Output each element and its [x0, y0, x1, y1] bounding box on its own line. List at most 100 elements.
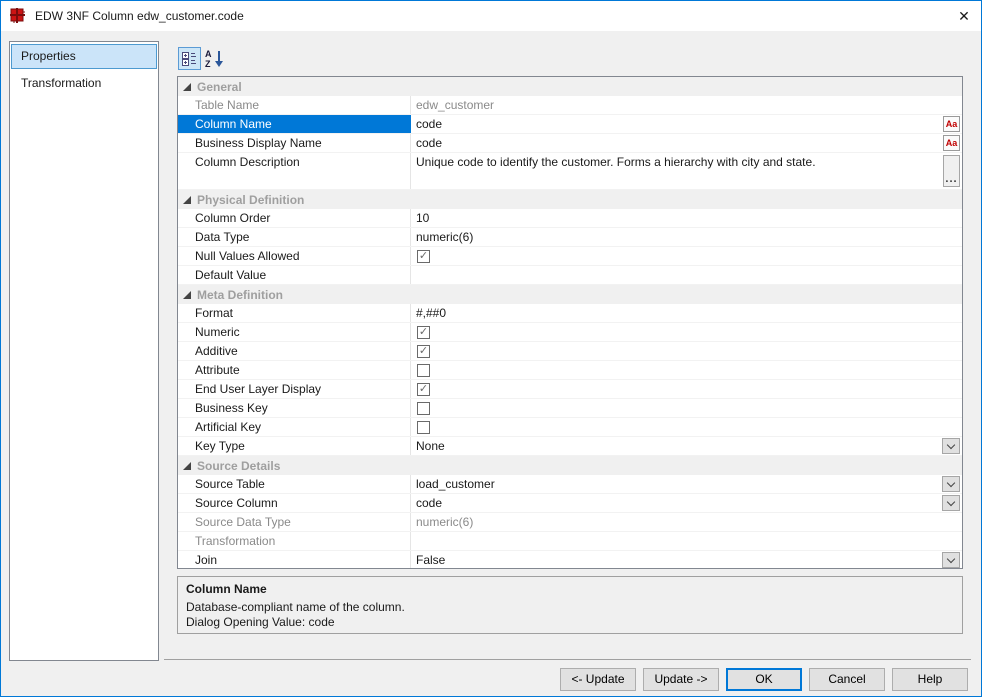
- categorized-view-icon[interactable]: [178, 46, 201, 70]
- alphabetical-sort-icon[interactable]: A Z: [204, 47, 227, 70]
- section-header-source-details[interactable]: Source Details: [178, 456, 962, 475]
- change-case-icon[interactable]: Aa: [943, 135, 960, 151]
- property-value[interactable]: numeric(6): [411, 513, 962, 531]
- property-value[interactable]: [411, 266, 962, 284]
- property-row-source-table[interactable]: Source Table load_customer: [178, 475, 962, 494]
- svg-text:A: A: [205, 49, 212, 59]
- chevron-down-icon: [946, 478, 956, 487]
- help-opening-value: Dialog Opening Value: code: [186, 615, 335, 629]
- collapse-triangle-icon: [183, 195, 191, 204]
- property-label: Business Key: [178, 399, 411, 417]
- property-row-source-column[interactable]: Source Column code: [178, 494, 962, 513]
- help-description: Database-compliant name of the column.: [186, 600, 405, 614]
- footer-buttons: <- Update Update -> OK Cancel Help: [560, 668, 968, 691]
- property-value-cell: ✓: [411, 380, 962, 398]
- property-value[interactable]: edw_customer: [411, 96, 962, 114]
- checkbox-unchecked[interactable]: [417, 363, 430, 377]
- property-label: Source Column: [178, 494, 411, 512]
- property-value[interactable]: load_customer: [411, 475, 962, 493]
- dropdown-button[interactable]: [942, 495, 960, 511]
- property-row-additive[interactable]: Additive ✓: [178, 342, 962, 361]
- property-row-null-values-allowed[interactable]: Null Values Allowed ✓: [178, 247, 962, 266]
- property-row-column-description[interactable]: Column Description Unique code to identif…: [178, 153, 962, 190]
- property-value[interactable]: code: [411, 134, 962, 152]
- nav-item-transformation[interactable]: Transformation: [11, 71, 157, 96]
- property-row-column-order[interactable]: Column Order 10: [178, 209, 962, 228]
- property-value[interactable]: None: [411, 437, 962, 455]
- chevron-down-icon: [946, 440, 956, 449]
- window-title: EDW 3NF Column edw_customer.code: [35, 9, 244, 23]
- property-row-artificial-key[interactable]: Artificial Key: [178, 418, 962, 437]
- property-label: Additive: [178, 342, 411, 360]
- dropdown-button[interactable]: [942, 438, 960, 454]
- ellipsis-button[interactable]: ...: [943, 155, 960, 187]
- property-row-transformation[interactable]: Transformation: [178, 532, 962, 551]
- property-row-numeric[interactable]: Numeric ✓: [178, 323, 962, 342]
- property-value[interactable]: Unique code to identify the customer. Fo…: [411, 153, 962, 189]
- title-bar: EDW 3NF Column edw_customer.code ✕: [1, 1, 981, 31]
- checkbox-checked[interactable]: ✓: [417, 325, 430, 339]
- ok-button[interactable]: OK: [726, 668, 802, 691]
- property-row-default-value[interactable]: Default Value: [178, 266, 962, 285]
- property-value[interactable]: 10: [411, 209, 962, 227]
- collapse-triangle-icon: [183, 290, 191, 299]
- footer-divider: [164, 659, 971, 660]
- dropdown-button[interactable]: [942, 552, 960, 568]
- dropdown-button[interactable]: [942, 476, 960, 492]
- checkbox-checked[interactable]: ✓: [417, 344, 430, 358]
- property-value[interactable]: #,##0: [411, 304, 962, 322]
- property-value[interactable]: numeric(6): [411, 228, 962, 246]
- property-row-business-display-name[interactable]: Business Display Name code Aa: [178, 134, 962, 153]
- property-label: Transformation: [178, 532, 411, 550]
- property-row-data-type[interactable]: Data Type numeric(6): [178, 228, 962, 247]
- property-value-cell: [411, 399, 962, 417]
- help-button[interactable]: Help: [892, 668, 968, 691]
- section-header-general[interactable]: General: [178, 77, 962, 96]
- property-label: Data Type: [178, 228, 411, 246]
- chevron-down-icon: [946, 554, 956, 563]
- property-value[interactable]: [411, 532, 962, 550]
- property-label: Column Order: [178, 209, 411, 227]
- property-row-column-name[interactable]: Column Name code Aa: [178, 115, 962, 134]
- property-label: Attribute: [178, 361, 411, 379]
- property-value[interactable]: code: [411, 115, 962, 133]
- checkbox-unchecked[interactable]: [417, 420, 430, 434]
- chevron-down-icon: [946, 497, 956, 506]
- property-value[interactable]: code: [411, 494, 962, 512]
- checkbox-checked[interactable]: ✓: [417, 382, 430, 396]
- collapse-triangle-icon: [183, 82, 191, 91]
- dialog-window: EDW 3NF Column edw_customer.code ✕ Prope…: [0, 0, 982, 697]
- property-row-key-type[interactable]: Key Type None: [178, 437, 962, 456]
- property-label: Table Name: [178, 96, 411, 114]
- close-icon[interactable]: ✕: [947, 1, 981, 31]
- section-header-physical-definition[interactable]: Physical Definition: [178, 190, 962, 209]
- property-row-source-data-type[interactable]: Source Data Type numeric(6): [178, 513, 962, 532]
- cancel-button[interactable]: Cancel: [809, 668, 885, 691]
- page-list: Properties Transformation: [9, 41, 159, 661]
- property-row-end-user-layer-display[interactable]: End User Layer Display ✓: [178, 380, 962, 399]
- collapse-triangle-icon: [183, 461, 191, 470]
- property-value-cell: ✓: [411, 342, 962, 360]
- section-title: General: [197, 79, 242, 94]
- checkbox-checked[interactable]: ✓: [417, 249, 430, 263]
- change-case-icon[interactable]: Aa: [943, 116, 960, 132]
- section-title: Physical Definition: [197, 192, 305, 207]
- property-row-join[interactable]: Join False: [178, 551, 962, 568]
- property-row-table-name[interactable]: Table Name edw_customer: [178, 96, 962, 115]
- update-back-button[interactable]: <- Update: [560, 668, 636, 691]
- property-value-cell: ✓: [411, 247, 962, 265]
- app-icon: [10, 8, 26, 24]
- nav-item-properties[interactable]: Properties: [11, 44, 157, 69]
- update-forward-button[interactable]: Update ->: [643, 668, 719, 691]
- property-label: Default Value: [178, 266, 411, 284]
- property-grid: General Table Name edw_customer Column Name…: [177, 76, 963, 569]
- property-label: Column Name: [178, 115, 411, 133]
- property-row-format[interactable]: Format #,##0: [178, 304, 962, 323]
- property-value-cell: ✓: [411, 323, 962, 341]
- property-row-business-key[interactable]: Business Key: [178, 399, 962, 418]
- property-value[interactable]: False: [411, 551, 962, 568]
- property-row-attribute[interactable]: Attribute: [178, 361, 962, 380]
- section-header-meta-definition[interactable]: Meta Definition: [178, 285, 962, 304]
- property-label: Source Data Type: [178, 513, 411, 531]
- checkbox-unchecked[interactable]: [417, 401, 430, 415]
